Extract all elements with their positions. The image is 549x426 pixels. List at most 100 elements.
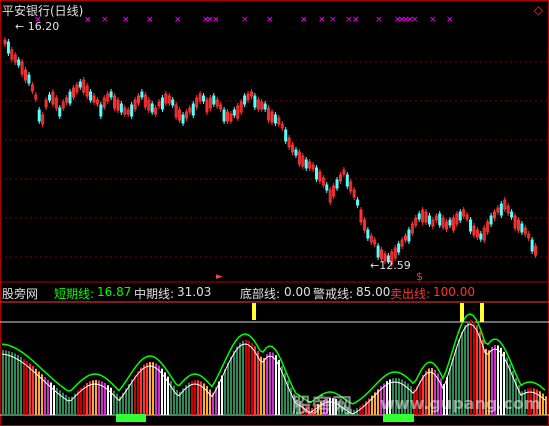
indicator-bar: [230, 356, 232, 415]
window-frame: [0, 0, 549, 426]
indicator-legend: 股旁网 短期线: 16.87 中期线: 31.03 底部线: 0.00 警戒线:…: [0, 285, 549, 301]
sell-signal-bar: [460, 303, 464, 322]
signal-arrow-icon: ►: [216, 272, 223, 282]
candle-body: [109, 91, 113, 98]
indicator-bar: [152, 362, 154, 415]
candle-body: [202, 95, 206, 102]
indicator-bar: [221, 375, 223, 415]
chart-canvas[interactable]: × × × × × × ××× × × × × × × × × ××××× × ×$►: [0, 0, 549, 426]
indicator-bar: [260, 356, 262, 415]
indicator-bar: [23, 358, 25, 415]
indicator-bar: [137, 371, 139, 415]
legend-short-label: 短期线:: [54, 287, 95, 301]
candle-body: [27, 74, 31, 84]
candle-body: [397, 243, 401, 253]
bottom-signal-bar: [383, 414, 414, 422]
candle-body: [78, 81, 82, 88]
signal-marker: ×: [329, 15, 337, 25]
indicator-bar: [95, 380, 97, 415]
indicator-bar: [2, 350, 4, 415]
legend-bottom-label: 底部线:: [240, 287, 281, 301]
candle-body: [325, 184, 329, 191]
sell-signal-bar: [252, 303, 256, 320]
diamond-icon[interactable]: ◇: [534, 3, 543, 17]
candle-body: [232, 109, 236, 116]
candle-body: [263, 103, 267, 110]
sell-marker-icon: $: [416, 270, 423, 283]
candle-body: [6, 41, 10, 54]
candle-body: [489, 215, 493, 225]
indicator-bar: [83, 385, 85, 415]
indicator-bar: [227, 362, 229, 415]
candle-body: [356, 199, 360, 206]
signal-marker: ×: [352, 15, 360, 25]
signal-marker: ×: [146, 15, 154, 25]
indicator-bar: [35, 368, 37, 415]
indicator-bar: [98, 380, 100, 415]
legend-sell-label: 卖出线:: [390, 287, 431, 301]
signal-marker: ×: [429, 15, 437, 25]
candle-body: [119, 103, 123, 113]
indicator-bar: [146, 362, 148, 415]
signal-marker: ×: [300, 15, 308, 25]
signal-marker: ×: [174, 15, 182, 25]
indicator-bar: [233, 351, 235, 415]
signal-marker: ×: [318, 15, 326, 25]
candle-body: [448, 219, 452, 226]
high-price-label: ← 16.20: [15, 20, 60, 33]
candle-body: [427, 215, 431, 225]
candle-body: [181, 114, 185, 124]
indicator-bar: [11, 352, 13, 415]
candle-body: [376, 245, 380, 258]
legend-mid-value: 31.03: [177, 285, 212, 299]
legend-sell-value: 100.00: [433, 285, 475, 299]
candle-body: [407, 229, 411, 242]
indicator-bar: [269, 352, 271, 415]
indicator-bar: [263, 358, 265, 415]
candle-body: [243, 95, 247, 105]
candle-body: [150, 103, 154, 113]
candle-body: [171, 99, 175, 106]
indicator-bar: [149, 362, 151, 415]
candle-body: [520, 223, 524, 233]
indicator-bar: [143, 364, 145, 415]
candle-body: [191, 103, 195, 116]
candle-body: [222, 109, 226, 122]
indicator-bar: [191, 380, 193, 415]
indicator-bar: [29, 363, 31, 415]
indicator-bar: [188, 382, 190, 415]
indicator-bar: [131, 379, 133, 415]
candle-body: [37, 109, 41, 122]
signal-marker: ×: [411, 15, 419, 25]
indicator-bar: [158, 365, 160, 415]
indicator-bar: [266, 354, 268, 415]
indicator-bar: [89, 381, 91, 415]
candle-body: [510, 211, 514, 218]
indicator-bar: [257, 351, 259, 415]
indicator-bar: [20, 356, 22, 415]
indicator-bar: [194, 380, 196, 415]
watermark-url: www.gupang.com: [380, 394, 541, 413]
indicator-bar: [542, 393, 544, 415]
watermark-text: 股旁网: [292, 393, 352, 417]
indicator-name: 股旁网: [2, 287, 39, 301]
candle-body: [140, 91, 144, 98]
candle-body: [89, 91, 93, 101]
indicator-bar: [38, 371, 40, 415]
indicator-bar: [26, 361, 28, 415]
signal-marker: ×: [212, 15, 220, 25]
legend-alert-value: 85.00: [356, 285, 391, 299]
candle-body: [273, 114, 277, 124]
low-price-label: ←12.59: [370, 259, 411, 272]
indicator-bar: [185, 385, 187, 415]
indicator-bar: [155, 363, 157, 415]
sell-signal-bar: [480, 303, 484, 322]
legend-alert-label: 警戒线:: [313, 287, 354, 301]
indicator-bar: [32, 366, 34, 415]
signal-marker: ×: [241, 15, 249, 25]
indicator-bar: [239, 342, 241, 415]
legend-bottom-value: 0.00: [284, 285, 311, 299]
candle-body: [99, 104, 103, 117]
candle-body: [58, 107, 62, 117]
candle-body: [438, 213, 442, 226]
